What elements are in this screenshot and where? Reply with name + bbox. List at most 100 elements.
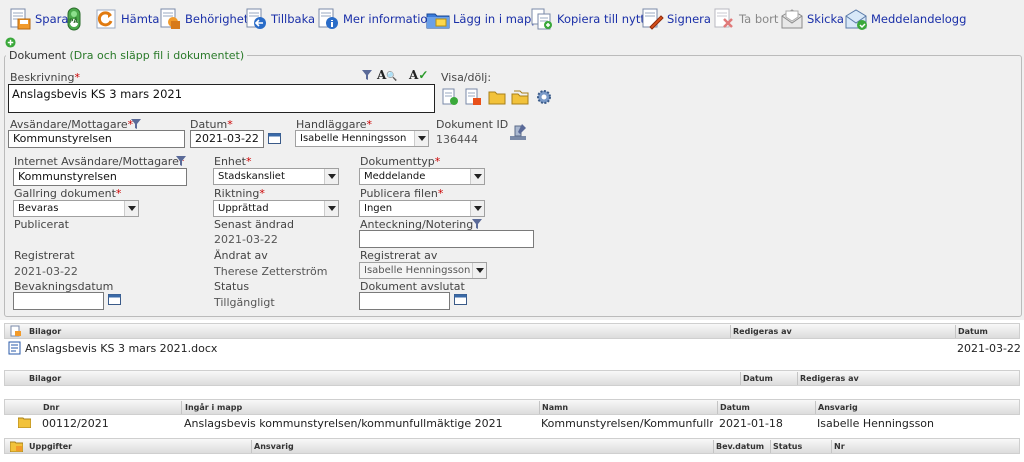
add-to-folder-button[interactable]: Lägg in i mapp	[426, 6, 539, 32]
col-in-folder[interactable]: Ingår i mapp	[185, 403, 242, 412]
spellcheck-icon[interactable]: A✓	[409, 68, 428, 82]
stamp-icon[interactable]	[508, 122, 528, 142]
folder-in-folder: Anslagsbevis kommunstyrelsen/kommunfullm…	[184, 417, 503, 430]
message-log-button[interactable]: Meddelandelogg	[844, 6, 966, 32]
note-filter-icon[interactable]	[472, 219, 482, 229]
col-tasks[interactable]: Uppgifter	[29, 442, 72, 451]
sign-label: Signera	[667, 12, 711, 26]
gear-icon[interactable]	[535, 88, 553, 106]
folder-date: 2021-01-18	[719, 417, 783, 430]
folders-icon[interactable]	[511, 88, 529, 106]
publish-file-label: Publicera filen*	[360, 187, 444, 200]
refresh-icon	[96, 9, 116, 29]
back-button[interactable]: Tillbaka	[244, 6, 315, 32]
publish-file-select[interactable]: Ingen	[359, 200, 485, 217]
show-hide-label: Visa/dölj:	[441, 71, 492, 84]
changed-by-value: Therese Zetterström	[214, 265, 328, 278]
col-dnr[interactable]: Dnr	[43, 403, 59, 412]
folder-icon[interactable]	[488, 88, 506, 106]
permission-label: Behörighet	[185, 12, 249, 26]
internet-sender-input[interactable]: Kommunstyrelsen	[13, 168, 187, 186]
registered-by-select[interactable]: Isabelle Henningsson	[359, 262, 487, 279]
handler-select[interactable]: Isabelle Henningsson	[295, 130, 429, 147]
send-button[interactable]: Skicka	[780, 6, 844, 32]
more-information-button[interactable]: Mer information	[316, 6, 435, 32]
col-date-2[interactable]: Datum	[743, 374, 773, 383]
retention-label: Gallring dokument*	[14, 187, 122, 200]
last-modified-label: Senast ändrad	[214, 218, 294, 231]
folder-add-icon	[426, 13, 450, 29]
document-closed-calendar-icon[interactable]	[454, 293, 467, 305]
retention-select[interactable]: Bevaras	[13, 200, 139, 217]
copy-to-new-button[interactable]: Kopiera till nytt	[530, 6, 645, 32]
last-modified-value: 2021-03-22	[214, 233, 278, 246]
col-folder-date[interactable]: Datum	[720, 403, 750, 412]
filter-icon[interactable]	[362, 70, 372, 80]
status-value: Tillgängligt	[214, 296, 275, 309]
tasks-icon	[10, 441, 23, 452]
sign-button[interactable]: Signera	[640, 6, 711, 32]
fetch-button[interactable]: Hämta	[94, 6, 159, 32]
document-closed-input[interactable]	[359, 292, 450, 310]
document-id-value: 136444	[436, 133, 478, 146]
col-task-status[interactable]: Status	[773, 442, 802, 451]
add-icon[interactable]	[5, 37, 16, 48]
back-label: Tillbaka	[271, 12, 316, 26]
permission-icon	[160, 8, 180, 29]
note-input[interactable]	[359, 230, 534, 248]
document-type-label: Dokumenttyp*	[360, 155, 441, 168]
col-responsible[interactable]: Ansvarig	[818, 403, 858, 412]
word-document-icon	[8, 341, 21, 355]
doc-add-icon[interactable]	[441, 88, 459, 106]
col-edited-by-2[interactable]: Redigeras av	[800, 374, 859, 383]
attachment-date: 2021-03-22	[957, 342, 1021, 355]
col-attachments[interactable]: Bilagor	[29, 327, 61, 336]
col-date[interactable]: Datum	[958, 327, 988, 336]
tasks-header: Uppgifter Ansvarig Bev.datum Status Nr	[4, 438, 1020, 454]
calendar-icon[interactable]	[268, 132, 281, 144]
copy-to-new-label: Kopiera till nytt	[557, 12, 645, 26]
delete-button[interactable]: Ta bort	[712, 6, 778, 32]
fetch-label: Hämta	[121, 12, 160, 26]
col-edited-by[interactable]: Redigeras av	[733, 327, 792, 336]
folder-name: Kommunstyrelsen/Kommunfullmäktige	[541, 417, 713, 430]
toolbar: Spara PÅ Hämta Behörighet Tillbaka Mer i…	[0, 0, 1024, 38]
attachments-header-2: Bilagor Datum Redigeras av	[4, 370, 1020, 386]
watch-date-calendar-icon[interactable]	[108, 293, 121, 305]
col-task-nr[interactable]: Nr	[834, 442, 845, 451]
document-type-select[interactable]: Meddelande	[359, 168, 485, 185]
date-input[interactable]: 2021-03-22	[190, 130, 264, 148]
table-row[interactable]: 00112/2021 Anslagsbevis kommunstyrelsen/…	[4, 415, 1020, 432]
watch-date-input[interactable]	[13, 292, 104, 310]
legend-title: Dokument	[9, 49, 66, 62]
save-button[interactable]: Spara	[8, 6, 68, 32]
direction-select[interactable]: Upprättad	[213, 200, 339, 217]
folders-header: Dnr Ingår i mapp Namn Datum Ansvarig	[4, 399, 1020, 415]
permission-button[interactable]: Behörighet	[158, 6, 248, 32]
internet-sender-filter-icon[interactable]	[176, 156, 186, 166]
description-label: Beskrivning*	[10, 71, 80, 84]
unit-select[interactable]: Stadskansliet	[213, 168, 339, 185]
sign-icon	[642, 8, 664, 30]
attachments-header: Bilagor Redigeras av Datum	[4, 323, 1020, 339]
attachment-name[interactable]: Anslagsbevis KS 3 mars 2021.docx	[25, 342, 217, 355]
copy-icon	[531, 8, 552, 30]
description-input[interactable]: Anslagsbevis KS 3 mars 2021	[8, 84, 435, 113]
sender-filter-icon[interactable]	[131, 119, 141, 129]
col-name[interactable]: Namn	[542, 403, 568, 412]
folder-row-icon	[18, 417, 31, 428]
folder-responsible: Isabelle Henningsson	[817, 417, 934, 430]
table-row[interactable]: Anslagsbevis KS 3 mars 2021.docx 2021-03…	[4, 340, 1021, 357]
folder-dnr[interactable]: 00112/2021	[42, 417, 109, 430]
doc-copy-icon[interactable]	[464, 88, 482, 106]
sender-input[interactable]: Kommunstyrelsen	[8, 130, 185, 148]
col-task-responsible[interactable]: Ansvarig	[254, 442, 294, 451]
registered-by-label: Registrerat av	[360, 249, 438, 262]
changed-by-label: Ändrat av	[214, 249, 268, 262]
col-attachments-2[interactable]: Bilagor	[29, 374, 61, 383]
status-label: Status	[214, 280, 250, 293]
message-log-icon	[845, 9, 867, 30]
font-search-icon[interactable]: A🔍	[377, 68, 398, 82]
published-label: Publicerat	[14, 218, 69, 231]
col-watch-date[interactable]: Bev.datum	[716, 442, 764, 451]
